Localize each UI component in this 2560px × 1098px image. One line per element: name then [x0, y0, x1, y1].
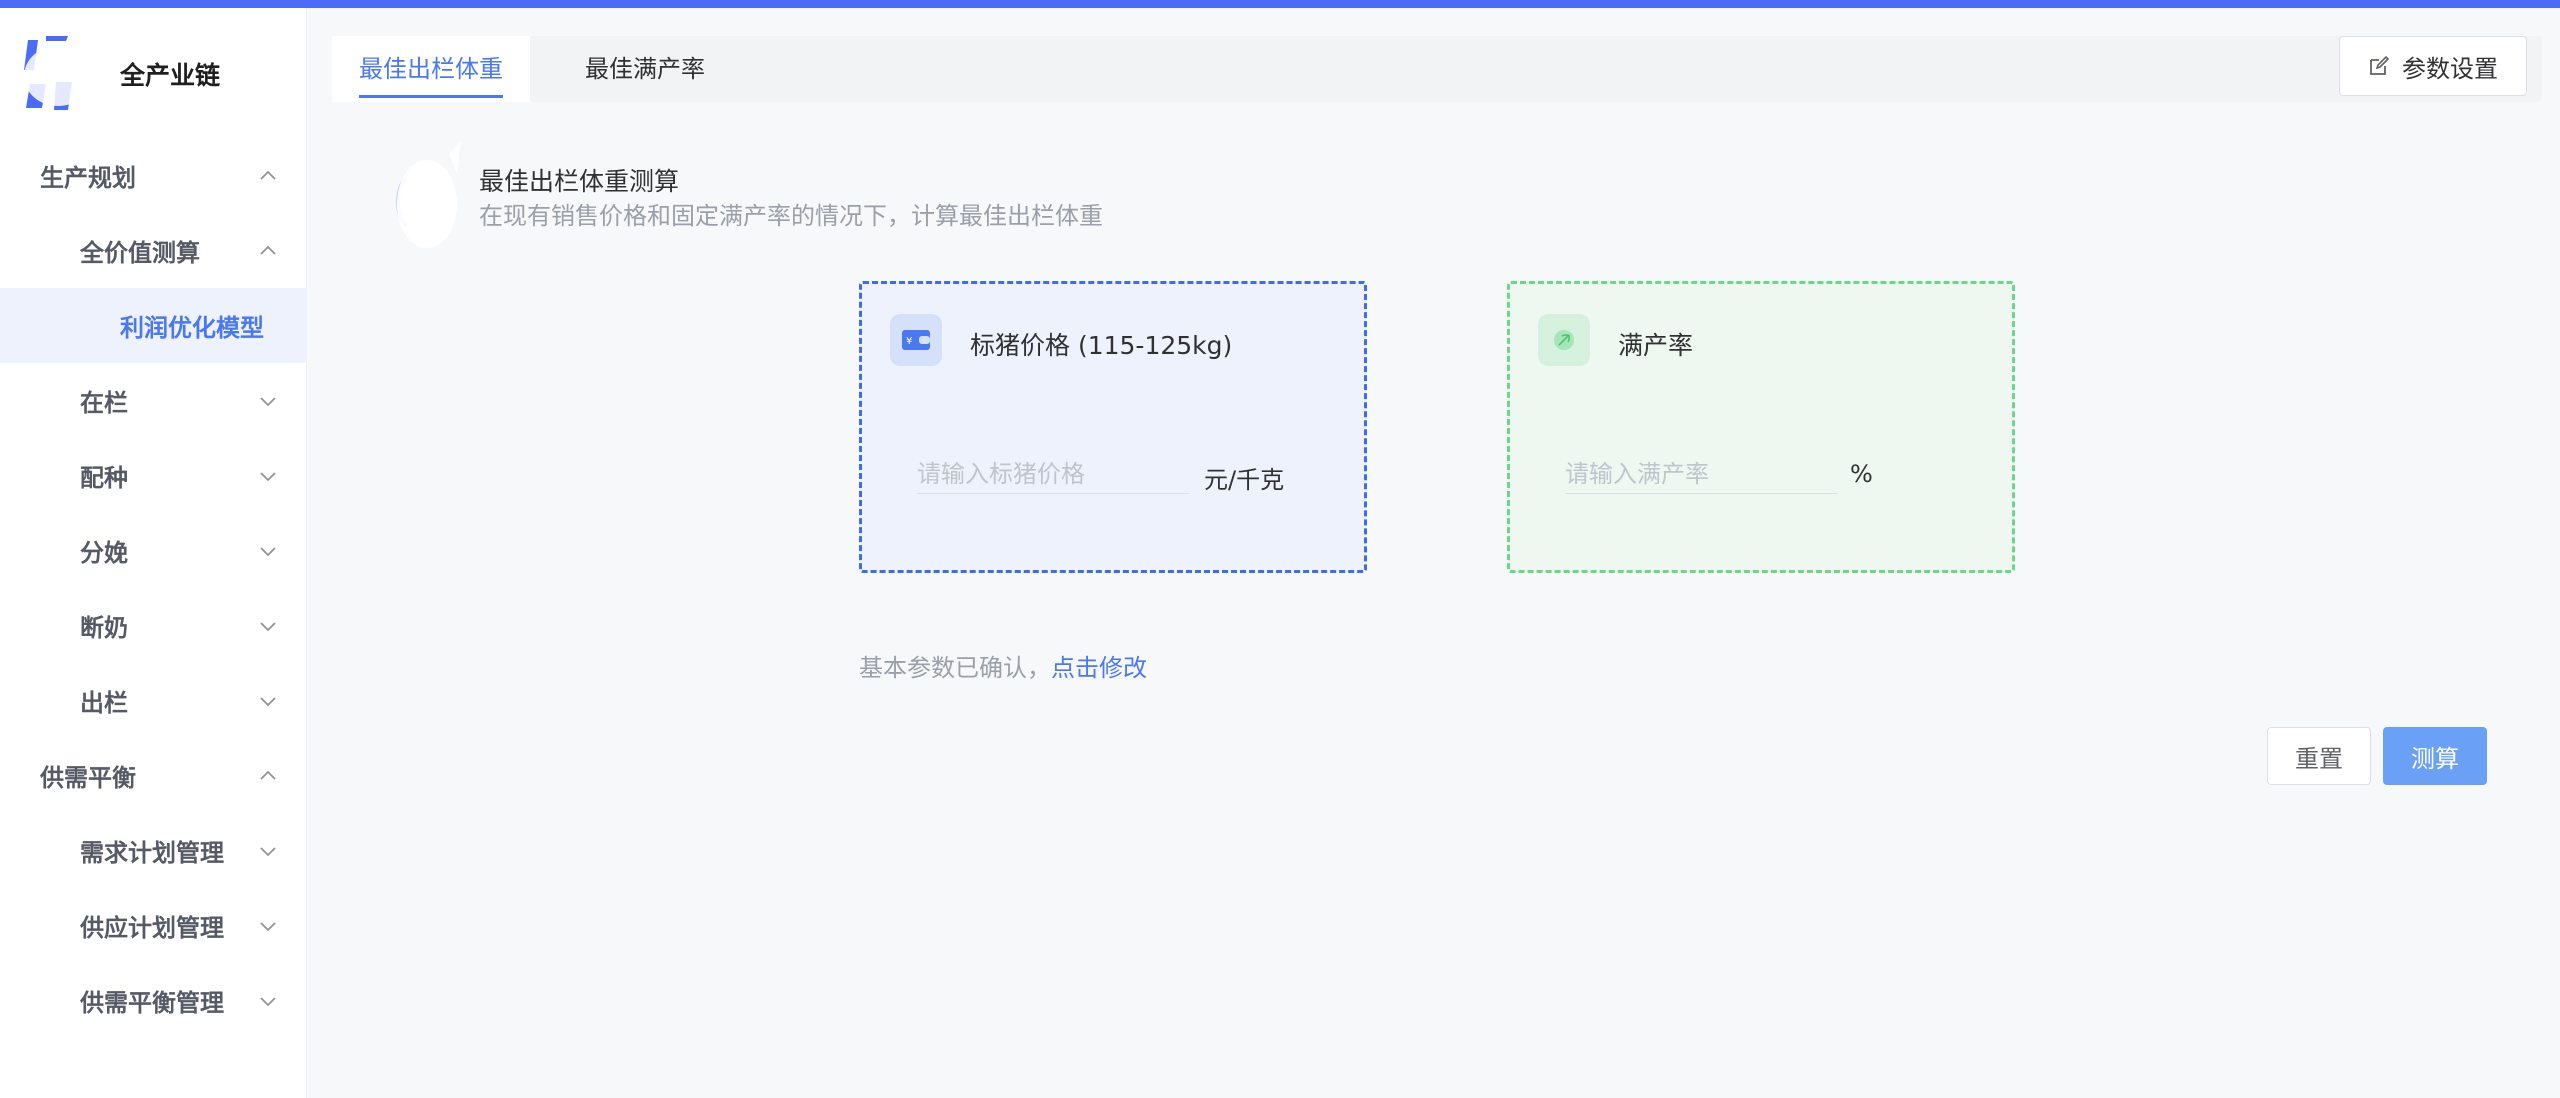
chevron-down-icon: [260, 996, 276, 1006]
logo-row: 全产业链: [0, 8, 307, 136]
edit-params-link[interactable]: 点击修改: [1051, 654, 1147, 682]
chevron-down-icon: [260, 696, 276, 706]
tab-best-weight[interactable]: 最佳出栏体重: [332, 36, 530, 102]
chevron-down-icon: [260, 471, 276, 481]
top-accent-bar: [0, 0, 2560, 8]
brand-name: 全产业链: [120, 61, 221, 90]
capacity-rate-card: 满产率 %: [1507, 281, 2015, 573]
sidebar: 全产业链 生产规划 全价值测算 利润优化模型 在栏 配种 分娩 断奶 出栏 供需…: [0, 8, 307, 1098]
sidebar-item-production-planning[interactable]: 生产规划: [0, 138, 307, 213]
sidebar-item-label: 在栏: [80, 389, 128, 417]
sidebar-item-shipping[interactable]: 出栏: [0, 663, 307, 738]
capacity-rate-unit: %: [1850, 460, 1873, 488]
section-description: 在现有销售价格和固定满产率的情况下，计算最佳出栏体重: [479, 202, 1103, 230]
sidebar-item-farrowing[interactable]: 分娩: [0, 513, 307, 588]
price-card: ¥ 标猪价格 (115-125kg) 元/千克: [859, 281, 1367, 573]
wallet-icon: ¥: [890, 314, 942, 366]
sidebar-item-weaning[interactable]: 断奶: [0, 588, 307, 663]
sidebar-item-demand-plan[interactable]: 需求计划管理: [0, 813, 307, 888]
sidebar-menu: 生产规划 全价值测算 利润优化模型 在栏 配种 分娩 断奶 出栏 供需平衡 需求…: [0, 138, 307, 1038]
sidebar-item-label: 配种: [80, 464, 128, 492]
confirm-row: 基本参数已确认，点击修改: [859, 648, 1147, 683]
company-logo: [20, 32, 98, 114]
settings-label: 参数设置: [2402, 54, 2498, 83]
chevron-down-icon: [260, 396, 276, 406]
edit-icon: [2370, 55, 2390, 75]
sidebar-item-supply-demand-balance[interactable]: 供需平衡: [0, 738, 307, 813]
confirm-text: 基本参数已确认，: [859, 654, 1051, 682]
chevron-down-icon: [260, 846, 276, 856]
tab-label: 最佳满产率: [585, 55, 705, 83]
chevron-up-icon: [260, 245, 276, 255]
sidebar-item-label: 出栏: [80, 689, 128, 717]
parameter-settings-button[interactable]: 参数设置: [2339, 36, 2527, 96]
sidebar-item-label: 断奶: [80, 614, 128, 642]
tab-bar: 最佳出栏体重 最佳满产率: [332, 36, 2542, 102]
main-content: 最佳出栏体重 最佳满产率 参数设置 最佳出栏体重测算 在现有销售价格和固定满产率…: [307, 8, 2560, 1098]
price-card-title: 标猪价格 (115-125kg): [970, 331, 1233, 360]
svg-text:¥: ¥: [906, 336, 912, 347]
sidebar-item-balance-management[interactable]: 供需平衡管理: [0, 963, 307, 1038]
sidebar-item-profit-model[interactable]: 利润优化模型: [0, 288, 307, 363]
sidebar-item-label: 需求计划管理: [80, 839, 224, 867]
capacity-rate-input[interactable]: [1565, 454, 1837, 494]
calculator-icon: [396, 140, 461, 248]
reset-button[interactable]: 重置: [2267, 727, 2371, 785]
sidebar-item-label: 供需平衡: [40, 764, 136, 792]
price-unit: 元/千克: [1204, 466, 1285, 494]
chevron-up-icon: [260, 770, 276, 780]
calculate-button[interactable]: 测算: [2383, 727, 2487, 785]
chevron-down-icon: [260, 546, 276, 556]
tab-label: 最佳出栏体重: [359, 55, 503, 83]
sidebar-item-label: 生产规划: [40, 164, 136, 192]
chevron-down-icon: [260, 621, 276, 631]
sidebar-item-breeding[interactable]: 配种: [0, 438, 307, 513]
sidebar-item-in-pen[interactable]: 在栏: [0, 363, 307, 438]
sidebar-item-full-value-calc[interactable]: 全价值测算: [0, 213, 307, 288]
price-input[interactable]: [917, 454, 1189, 494]
sidebar-item-label: 供需平衡管理: [80, 989, 224, 1017]
sidebar-item-label: 利润优化模型: [120, 314, 264, 342]
chevron-down-icon: [260, 921, 276, 931]
section-title: 最佳出栏体重测算: [479, 167, 680, 196]
tab-best-capacity-rate[interactable]: 最佳满产率: [558, 36, 732, 102]
sidebar-item-supply-plan[interactable]: 供应计划管理: [0, 888, 307, 963]
sidebar-item-label: 分娩: [80, 539, 128, 567]
leaf-icon: [1538, 314, 1590, 366]
sidebar-item-label: 供应计划管理: [80, 914, 224, 942]
chevron-up-icon: [260, 170, 276, 180]
capacity-rate-card-title: 满产率: [1618, 331, 1694, 360]
sidebar-item-label: 全价值测算: [80, 239, 200, 267]
